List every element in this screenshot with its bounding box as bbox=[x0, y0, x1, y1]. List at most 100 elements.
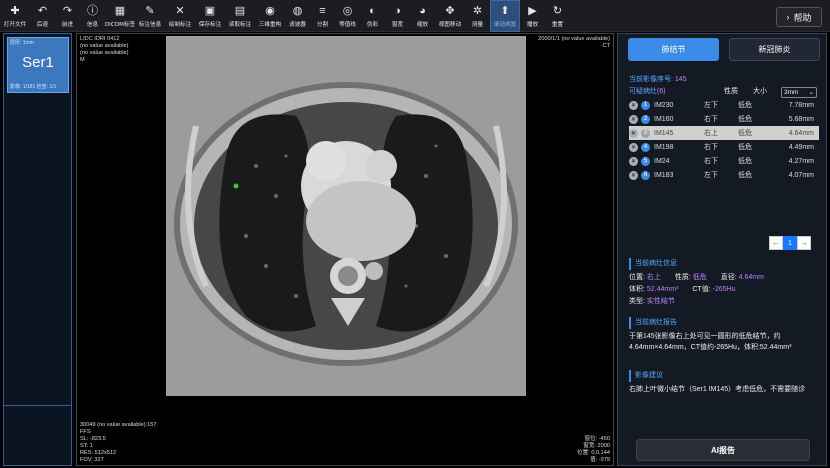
nodule-risk: 低危 bbox=[738, 172, 752, 179]
nodule-image-id: IM145 bbox=[654, 129, 674, 137]
toolbar-button-8[interactable]: ▤ 读取标注 bbox=[225, 0, 255, 32]
toolbar-button-label: 伪彩 bbox=[366, 22, 379, 28]
help-button[interactable]: › 帮助 bbox=[776, 7, 822, 27]
gear-icon: ✲ bbox=[472, 4, 483, 17]
nodule-info-title: 当前病灶信息 bbox=[629, 258, 819, 270]
nodule-row[interactable]: ✕ 2 IM160 右下 低危 5.68mm bbox=[629, 112, 819, 126]
nodule-row[interactable]: ✕ 6 IM183 左下 低危 4.07mm bbox=[629, 168, 819, 182]
series-name: Ser1 bbox=[22, 54, 54, 71]
toolbar-button-label: 打开文件 bbox=[3, 22, 27, 28]
remove-icon[interactable]: ✕ bbox=[629, 128, 638, 138]
type-value: 实性结节 bbox=[646, 298, 675, 305]
play-icon: ▶ bbox=[528, 4, 537, 17]
toolbar-button-7[interactable]: ▣ 保存标注 bbox=[195, 0, 225, 32]
app-root: ✚ 打开文件 ↶ 后退 ↷ 前进 ⓘ 信息 ▦ DICOM标签 ✎ 标注信息 ✕ 绘制标注 ▣ 保存标注 ▤ 读取… bbox=[0, 0, 830, 468]
nodule-row[interactable]: ✕ 4 IM198 右下 低危 4.49mm bbox=[629, 140, 819, 154]
nodule-index-badge: 6 bbox=[641, 170, 650, 180]
contour-icon: ◎ bbox=[342, 4, 353, 17]
toolbar-button-label: 读取标注 bbox=[228, 22, 252, 28]
toolbar-button-19[interactable]: ▶ 播放 bbox=[520, 0, 545, 32]
pager-prev[interactable]: ← bbox=[769, 236, 783, 250]
pos-value: 右上 bbox=[646, 274, 661, 281]
nodule-report-title: 当前病灶报告 bbox=[629, 317, 819, 329]
imaging-advice-section: 影像建议 右肺上叶微小结节（Ser1 IM145）考虑低危，不需要随诊 bbox=[629, 370, 819, 395]
nodule-location: 左下 bbox=[704, 102, 718, 109]
size-filter-select[interactable]: 3mm ⌄ bbox=[781, 87, 817, 98]
refresh-icon: ↻ bbox=[552, 4, 563, 17]
toolbar-button-0[interactable]: ✚ 打开文件 bbox=[0, 0, 30, 32]
nodule-row[interactable]: ✕ 1 IM230 左下 低危 7.78mm bbox=[629, 98, 819, 112]
nodule-location: 右上 bbox=[704, 130, 718, 137]
nodule-list-header: 可疑病灶 (6) 性质 大小 3mm ⌄ bbox=[629, 86, 819, 98]
diam-label: 直径: bbox=[720, 274, 737, 281]
current-image-value: 145 bbox=[674, 76, 687, 83]
series-counts: 影像: 1/181 检查: 1/1 bbox=[10, 84, 57, 90]
tab-lung-nodule[interactable]: 肺结节 bbox=[628, 38, 719, 61]
toolbar-button-label: 分割 bbox=[316, 22, 329, 28]
toolbar-button-18[interactable]: ⬆ 滚动浏览 bbox=[490, 0, 520, 32]
remove-icon[interactable]: ✕ bbox=[629, 114, 638, 124]
toolbar-button-label: 信息 bbox=[86, 22, 99, 28]
pos-label: 位置: bbox=[629, 274, 645, 281]
toolbar-button-5[interactable]: ✎ 标注信息 bbox=[135, 0, 165, 32]
toolbar-button-6[interactable]: ✕ 绘制标注 bbox=[165, 0, 195, 32]
info-row-2: 体积: 52.44mm³ CT值: -265Hu bbox=[629, 284, 819, 296]
pager-page-1[interactable]: 1 bbox=[783, 236, 797, 250]
image-viewer[interactable]: LIDC IDRI 0412 (no value available) (no … bbox=[76, 33, 614, 466]
redo-icon: ↷ bbox=[62, 4, 73, 17]
nodule-size: 7.78mm bbox=[788, 101, 814, 109]
ct-image[interactable] bbox=[166, 36, 526, 396]
pencil-icon: ✎ bbox=[145, 4, 155, 17]
pager-next[interactable]: → bbox=[797, 236, 811, 250]
nodule-location: 右下 bbox=[704, 144, 718, 151]
toolbar-button-1[interactable]: ↶ 后退 bbox=[30, 0, 55, 32]
save-icon: ▣ bbox=[204, 4, 216, 17]
layers-icon: ≡ bbox=[319, 4, 326, 17]
toolbar-button-12[interactable]: ◎ 等值线 bbox=[335, 0, 360, 32]
analysis-panel: 肺结节 新冠肺炎 当前影像序号: 145 可疑病灶 (6) 性质 大小 3mm … bbox=[617, 33, 827, 466]
toolbar-button-label: 视图移动 bbox=[438, 22, 462, 28]
overlay-bottom-left: 30049 (no value available):157 FFS SL: -… bbox=[80, 422, 157, 463]
nodule-size: 4.64mm bbox=[788, 129, 814, 137]
tab-covid[interactable]: 新冠肺炎 bbox=[729, 38, 820, 61]
nodule-row[interactable]: ✕ 5 IM24 右下 低危 4.27mm bbox=[629, 154, 819, 168]
nodule-risk: 低危 bbox=[738, 102, 752, 109]
toolbar-button-label: 滤波器 bbox=[289, 22, 306, 28]
info-row-3: 类型: 实性结节 bbox=[629, 296, 819, 308]
nodule-risk: 低危 bbox=[738, 158, 752, 165]
suspicious-count: (6) bbox=[657, 88, 666, 95]
toolbar-button-2[interactable]: ↷ 前进 bbox=[55, 0, 80, 32]
nodule-location: 左下 bbox=[704, 172, 718, 179]
current-image-row: 当前影像序号: 145 bbox=[629, 74, 819, 86]
col-risk-header: 性质 bbox=[724, 88, 738, 95]
toolbar-button-11[interactable]: ≡ 分割 bbox=[310, 0, 335, 32]
toolbar-button-3[interactable]: ⓘ 信息 bbox=[80, 0, 105, 32]
nodule-index-badge: 3 bbox=[641, 128, 650, 138]
ai-report-button[interactable]: AI报告 bbox=[636, 439, 810, 461]
pagination: ← 1 → bbox=[769, 236, 811, 250]
type-label: 类型: bbox=[629, 298, 645, 305]
nodule-image-id: IM230 bbox=[654, 101, 674, 109]
nodule-index-badge: 1 bbox=[641, 100, 650, 110]
remove-icon[interactable]: ✕ bbox=[629, 156, 638, 166]
nodule-info-section: 当前病灶信息 位置: 右上 性质: 低危 直径: 4.64mm 体积: 52.4… bbox=[629, 258, 819, 308]
series-thumbnail[interactable]: 层厚: 1mm Ser1 影像: 1/181 检查: 1/1 bbox=[7, 37, 69, 93]
toolbar-button-14[interactable]: ◑ 窗宽 bbox=[385, 0, 410, 32]
remove-icon[interactable]: ✕ bbox=[629, 100, 638, 110]
toolbar-button-label: 等值线 bbox=[339, 22, 356, 28]
globe-icon: ◕ bbox=[419, 4, 426, 17]
toolbar-button-16[interactable]: ✥ 视图移动 bbox=[435, 0, 465, 32]
nodule-row[interactable]: ✕ 3 IM145 右上 低危 4.64mm bbox=[629, 126, 819, 140]
filter-icon: ◍ bbox=[292, 4, 303, 17]
remove-icon[interactable]: ✕ bbox=[629, 142, 638, 152]
vol-label: 体积: bbox=[629, 286, 645, 293]
toolbar-button-15[interactable]: ◕ 缩放 bbox=[410, 0, 435, 32]
toolbar-button-20[interactable]: ↻ 重置 bbox=[545, 0, 570, 32]
toolbar-button-17[interactable]: ✲ 测量 bbox=[465, 0, 490, 32]
toolbar-button-4[interactable]: ▦ DICOM标签 bbox=[105, 0, 135, 32]
remove-icon[interactable]: ✕ bbox=[629, 170, 638, 180]
toolbar-button-9[interactable]: ◉ 三维重构 bbox=[255, 0, 285, 32]
toolbar-button-label: 播放 bbox=[526, 22, 539, 28]
toolbar-button-13[interactable]: ◐ 伪彩 bbox=[360, 0, 385, 32]
toolbar-button-10[interactable]: ◍ 滤波器 bbox=[285, 0, 310, 32]
